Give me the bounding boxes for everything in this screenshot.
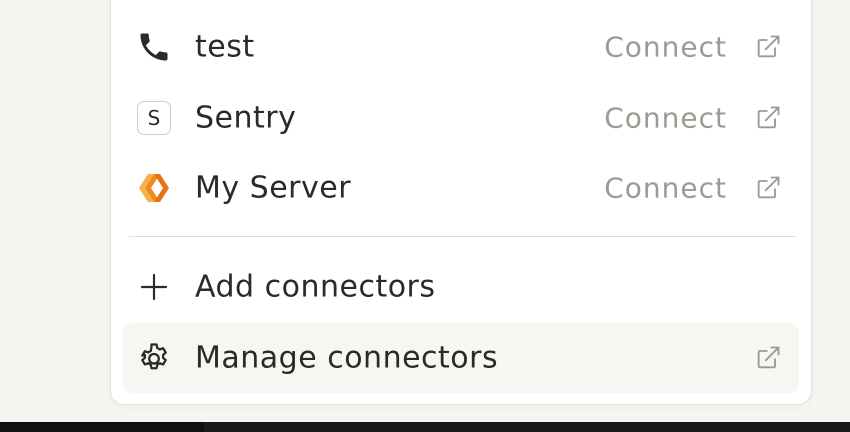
connect-link[interactable]: Connect	[604, 102, 727, 135]
add-connectors-button[interactable]: Add connectors	[123, 256, 799, 318]
manage-connectors-button[interactable]: Manage connectors	[123, 323, 799, 393]
manage-connectors-label: Manage connectors	[195, 340, 499, 376]
server-logo-icon	[135, 169, 173, 207]
add-connectors-label: Add connectors	[195, 269, 436, 305]
connectors-menu: test Connect S Sentry Connect My Server …	[110, 0, 812, 405]
phone-icon	[135, 28, 173, 66]
connect-link[interactable]: Connect	[604, 172, 727, 205]
connector-row-test[interactable]: test Connect	[123, 16, 799, 78]
taskbar	[0, 422, 850, 432]
taskbar-segment	[0, 422, 204, 432]
external-link-icon[interactable]	[753, 32, 783, 62]
connector-name: Sentry	[195, 100, 297, 136]
gear-icon	[135, 339, 173, 377]
menu-divider	[129, 236, 795, 237]
external-link-icon[interactable]	[753, 173, 783, 203]
plus-icon	[135, 268, 173, 306]
sentry-badge: S	[137, 101, 171, 135]
connector-row-my-server[interactable]: My Server Connect	[123, 157, 799, 219]
external-link-icon[interactable]	[753, 103, 783, 133]
connector-name: test	[195, 29, 255, 65]
sentry-logo-icon: S	[135, 99, 173, 137]
connector-name: My Server	[195, 170, 352, 206]
external-link-icon[interactable]	[753, 343, 783, 373]
connector-row-sentry[interactable]: S Sentry Connect	[123, 87, 799, 149]
connect-link[interactable]: Connect	[604, 31, 727, 64]
